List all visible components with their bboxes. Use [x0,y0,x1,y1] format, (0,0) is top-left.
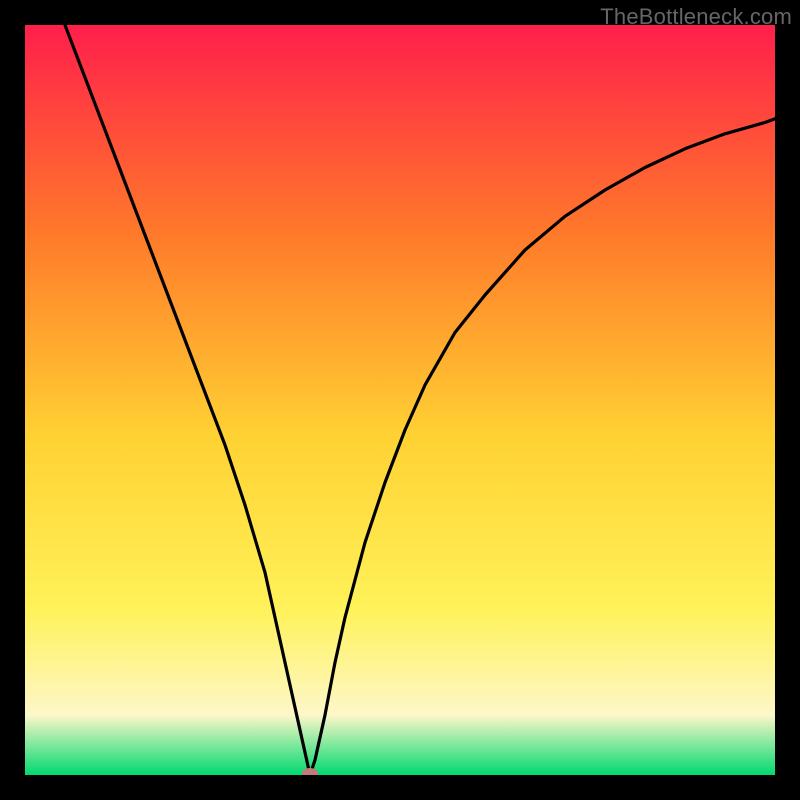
gradient-background [25,25,775,775]
watermark-text: TheBottleneck.com [600,4,792,30]
chart-frame: TheBottleneck.com [0,0,800,800]
chart-svg [25,25,775,775]
plot-area [25,25,775,775]
